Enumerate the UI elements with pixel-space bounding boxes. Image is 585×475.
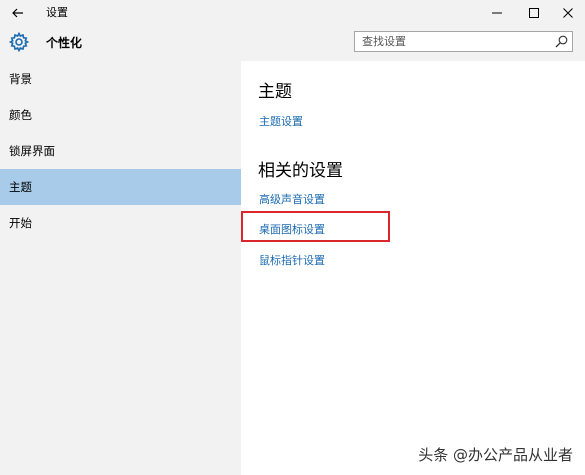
advanced-sound-settings-link[interactable]: 高级声音设置 bbox=[259, 191, 325, 207]
theme-settings-link[interactable]: 主题设置 bbox=[259, 113, 303, 129]
minimize-icon bbox=[492, 12, 502, 13]
related-settings-heading: 相关的设置 bbox=[258, 161, 343, 181]
sidebar-item-label: 开始 bbox=[9, 216, 32, 230]
main-content: 主题 主题设置 相关的设置 高级声音设置 桌面图标设置 鼠标指针设置 bbox=[241, 61, 585, 475]
maximize-button[interactable] bbox=[517, 0, 551, 25]
sidebar: 背景 颜色 锁屏界面 主题 开始 bbox=[0, 61, 241, 475]
close-button[interactable] bbox=[551, 0, 585, 25]
settings-window: 设置 个性化 查找设置 背景 颜色 锁屏界面 主题 开始 主题 主题设置 相关的… bbox=[0, 0, 585, 475]
sidebar-item-background[interactable]: 背景 bbox=[0, 61, 241, 97]
search-box[interactable] bbox=[354, 31, 573, 52]
sidebar-item-label: 主题 bbox=[9, 180, 32, 194]
watermark-text: 头条 @办公产品从业者 bbox=[418, 446, 573, 464]
sidebar-item-lock-screen[interactable]: 锁屏界面 bbox=[0, 133, 241, 169]
back-button[interactable] bbox=[0, 0, 36, 25]
sidebar-item-label: 锁屏界面 bbox=[9, 144, 55, 158]
sidebar-item-start[interactable]: 开始 bbox=[0, 205, 241, 241]
back-arrow-icon bbox=[12, 8, 23, 17]
sidebar-item-colors[interactable]: 颜色 bbox=[0, 97, 241, 133]
maximize-icon bbox=[529, 7, 539, 18]
close-icon bbox=[563, 7, 573, 18]
page-title: 个性化 bbox=[46, 36, 83, 50]
minimize-button[interactable] bbox=[480, 0, 514, 25]
mouse-pointer-settings-link[interactable]: 鼠标指针设置 bbox=[259, 252, 325, 268]
search-icon[interactable] bbox=[555, 35, 568, 48]
page-header: 个性化 bbox=[0, 25, 585, 61]
theme-heading: 主题 bbox=[258, 82, 292, 102]
sidebar-item-label: 背景 bbox=[9, 72, 32, 86]
sidebar-item-themes[interactable]: 主题 bbox=[0, 169, 241, 205]
sidebar-item-label: 颜色 bbox=[9, 108, 32, 122]
window-title: 设置 bbox=[46, 6, 68, 19]
search-input[interactable] bbox=[355, 32, 552, 51]
title-bar: 设置 bbox=[0, 0, 585, 25]
highlight-box bbox=[241, 211, 390, 242]
gear-icon bbox=[9, 32, 29, 52]
